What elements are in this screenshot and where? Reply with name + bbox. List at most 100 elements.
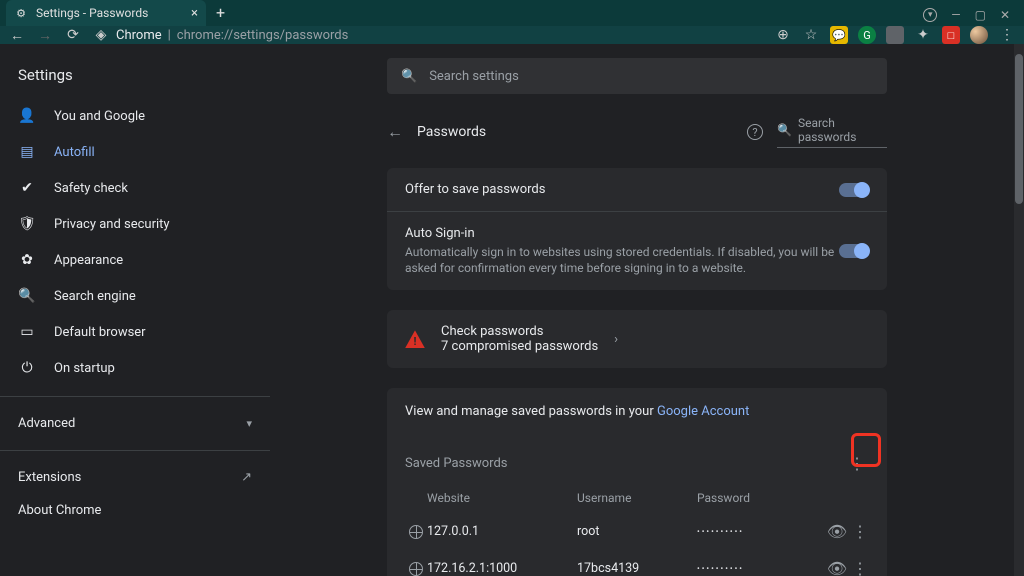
search-settings-input[interactable]: 🔍 Search settings: [387, 58, 887, 94]
sidebar-item-privacy[interactable]: 🛡Privacy and security: [0, 206, 270, 242]
scrollbar-thumb[interactable]: [1015, 54, 1023, 204]
table-row[interactable]: 127.0.0.1root••••••••••👁⋮: [387, 513, 887, 550]
back-button[interactable]: ←: [8, 26, 26, 44]
sidebar-item-safety-check[interactable]: ✔Safety check: [0, 170, 270, 206]
search-icon: 🔍: [18, 287, 36, 305]
chevron-right-icon: ›: [614, 332, 618, 347]
autofill-icon: ▤: [18, 143, 36, 161]
tab-bar: ⚙ Settings - Passwords × + ▾ — ▢ ✕: [0, 0, 1024, 26]
favicon: [405, 562, 427, 576]
page-title: Settings: [0, 58, 270, 98]
sidebar-item-label: Privacy and security: [54, 217, 170, 232]
manage-section: View and manage saved passwords in your …: [387, 388, 887, 576]
sidebar-item-default-browser[interactable]: ▭Default browser: [0, 314, 270, 350]
panel-title: Passwords: [417, 124, 486, 140]
divider: [0, 396, 270, 397]
row-title: Check passwords: [441, 324, 598, 339]
table-header: Website Username Password: [387, 481, 887, 513]
back-arrow-icon[interactable]: ←: [387, 122, 403, 142]
user-cell: root: [577, 524, 697, 539]
site-info-icon[interactable]: ◈: [92, 26, 110, 44]
search-settings-placeholder: Search settings: [429, 69, 519, 84]
help-icon[interactable]: ?: [747, 124, 763, 140]
shield-icon: ✔: [18, 179, 36, 197]
sidebar-item-label: You and Google: [54, 109, 145, 124]
browser-tab[interactable]: ⚙ Settings - Passwords ×: [6, 0, 206, 26]
sidebar-item-label: Search engine: [54, 289, 136, 304]
search-passwords-placeholder: Search passwords: [798, 116, 887, 144]
offer-save-passwords-row: Offer to save passwords: [387, 168, 887, 211]
sidebar-item-autofill[interactable]: ▤Autofill: [0, 134, 270, 170]
sidebar-item-label: Default browser: [54, 325, 146, 340]
minimize-icon[interactable]: —: [951, 8, 960, 22]
sidebar-item-label: On startup: [54, 361, 115, 376]
auto-signin-row: Auto Sign-in Automatically sign in to we…: [387, 211, 887, 290]
chrome-menu-icon[interactable]: ⋮: [998, 26, 1016, 44]
show-password-button[interactable]: 👁: [823, 522, 851, 541]
col-username: Username: [577, 491, 697, 505]
sidebar-item-appearance[interactable]: ✿ Appearance: [0, 242, 270, 278]
sidebar-item-label: Appearance: [54, 253, 123, 268]
divider: [0, 450, 270, 451]
row-more-button[interactable]: ⋮: [851, 522, 869, 541]
url-input[interactable]: ◈ Chrome | chrome://settings/passwords: [92, 26, 348, 44]
manage-text: View and manage saved passwords in your: [405, 404, 657, 419]
annotation-highlight: [851, 433, 881, 467]
password-cell: ••••••••••: [697, 564, 823, 573]
show-password-button[interactable]: 👁: [823, 559, 851, 576]
sidebar-advanced[interactable]: Advanced ▾: [0, 407, 270, 440]
sidebar-item-label: Advanced: [18, 416, 75, 431]
table-row[interactable]: 172.16.2.1:100017bcs4139••••••••••👁⋮: [387, 550, 887, 576]
url-text: chrome://settings/passwords: [177, 28, 349, 43]
row-description: Automatically sign in to websites using …: [405, 244, 839, 276]
extension-icon[interactable]: G: [858, 26, 876, 44]
sidebar-about[interactable]: About Chrome: [0, 494, 270, 527]
favicon: [405, 525, 427, 539]
toggles-section: Offer to save passwords Auto Sign-in Aut…: [387, 168, 887, 290]
extension-icon[interactable]: [886, 26, 904, 44]
sidebar-item-label: About Chrome: [18, 503, 101, 518]
chrome-user-icon[interactable]: ▾: [923, 8, 937, 22]
row-title: Offer to save passwords: [405, 182, 839, 197]
warning-icon: [405, 330, 425, 348]
main-panel: 🔍 Search settings ← Passwords ? 🔍 Search…: [270, 44, 1024, 576]
sidebar-item-search-engine[interactable]: 🔍 Search engine: [0, 278, 270, 314]
site-cell: 172.16.2.1:1000: [427, 561, 577, 576]
power-icon: ⏻: [18, 359, 36, 377]
new-tab-button[interactable]: +: [216, 3, 225, 22]
sidebar-item-label: Extensions: [18, 470, 81, 485]
search-icon: 🔍: [401, 69, 417, 84]
reload-button[interactable]: ⟳: [64, 26, 82, 44]
extensions-menu-icon[interactable]: ✦: [914, 26, 932, 44]
check-passwords-section[interactable]: Check passwords 7 compromised passwords …: [387, 310, 887, 368]
close-window-icon[interactable]: ✕: [1000, 8, 1010, 22]
chevron-down-icon: ▾: [246, 417, 252, 430]
avatar[interactable]: [970, 26, 988, 44]
col-password: Password: [697, 491, 869, 505]
url-scheme: Chrome: [116, 28, 162, 43]
sidebar-item-on-startup[interactable]: ⏻ On startup: [0, 350, 270, 386]
search-passwords-input[interactable]: 🔍 Search passwords: [777, 116, 887, 148]
scrollbar[interactable]: [1014, 44, 1024, 576]
content-area: Settings 👤 You and Google ▤Autofill ✔Safe…: [0, 44, 1024, 576]
gear-icon: ⚙: [14, 6, 28, 20]
google-account-link[interactable]: Google Account: [657, 404, 749, 419]
maximize-icon[interactable]: ▢: [975, 8, 986, 22]
extension-icon[interactable]: □: [942, 26, 960, 44]
auto-signin-toggle[interactable]: [839, 244, 869, 258]
zoom-icon[interactable]: ⊕: [774, 26, 792, 44]
site-cell: 127.0.0.1: [427, 524, 577, 539]
person-icon: 👤: [18, 107, 36, 125]
row-description: 7 compromised passwords: [441, 339, 598, 354]
sidebar-item-you-and-google[interactable]: 👤 You and Google: [0, 98, 270, 134]
forward-button[interactable]: →: [36, 26, 54, 44]
heading-text: Saved Passwords: [405, 456, 508, 471]
row-more-button[interactable]: ⋮: [851, 559, 869, 576]
offer-save-toggle[interactable]: [839, 183, 869, 197]
bookmark-icon[interactable]: ☆: [802, 26, 820, 44]
close-icon[interactable]: ×: [191, 6, 198, 21]
palette-icon: ✿: [18, 251, 36, 269]
extension-icon[interactable]: 💬: [830, 26, 848, 44]
sidebar-extensions[interactable]: Extensions↗: [0, 461, 270, 494]
sidebar: Settings 👤 You and Google ▤Autofill ✔Safe…: [0, 44, 270, 576]
